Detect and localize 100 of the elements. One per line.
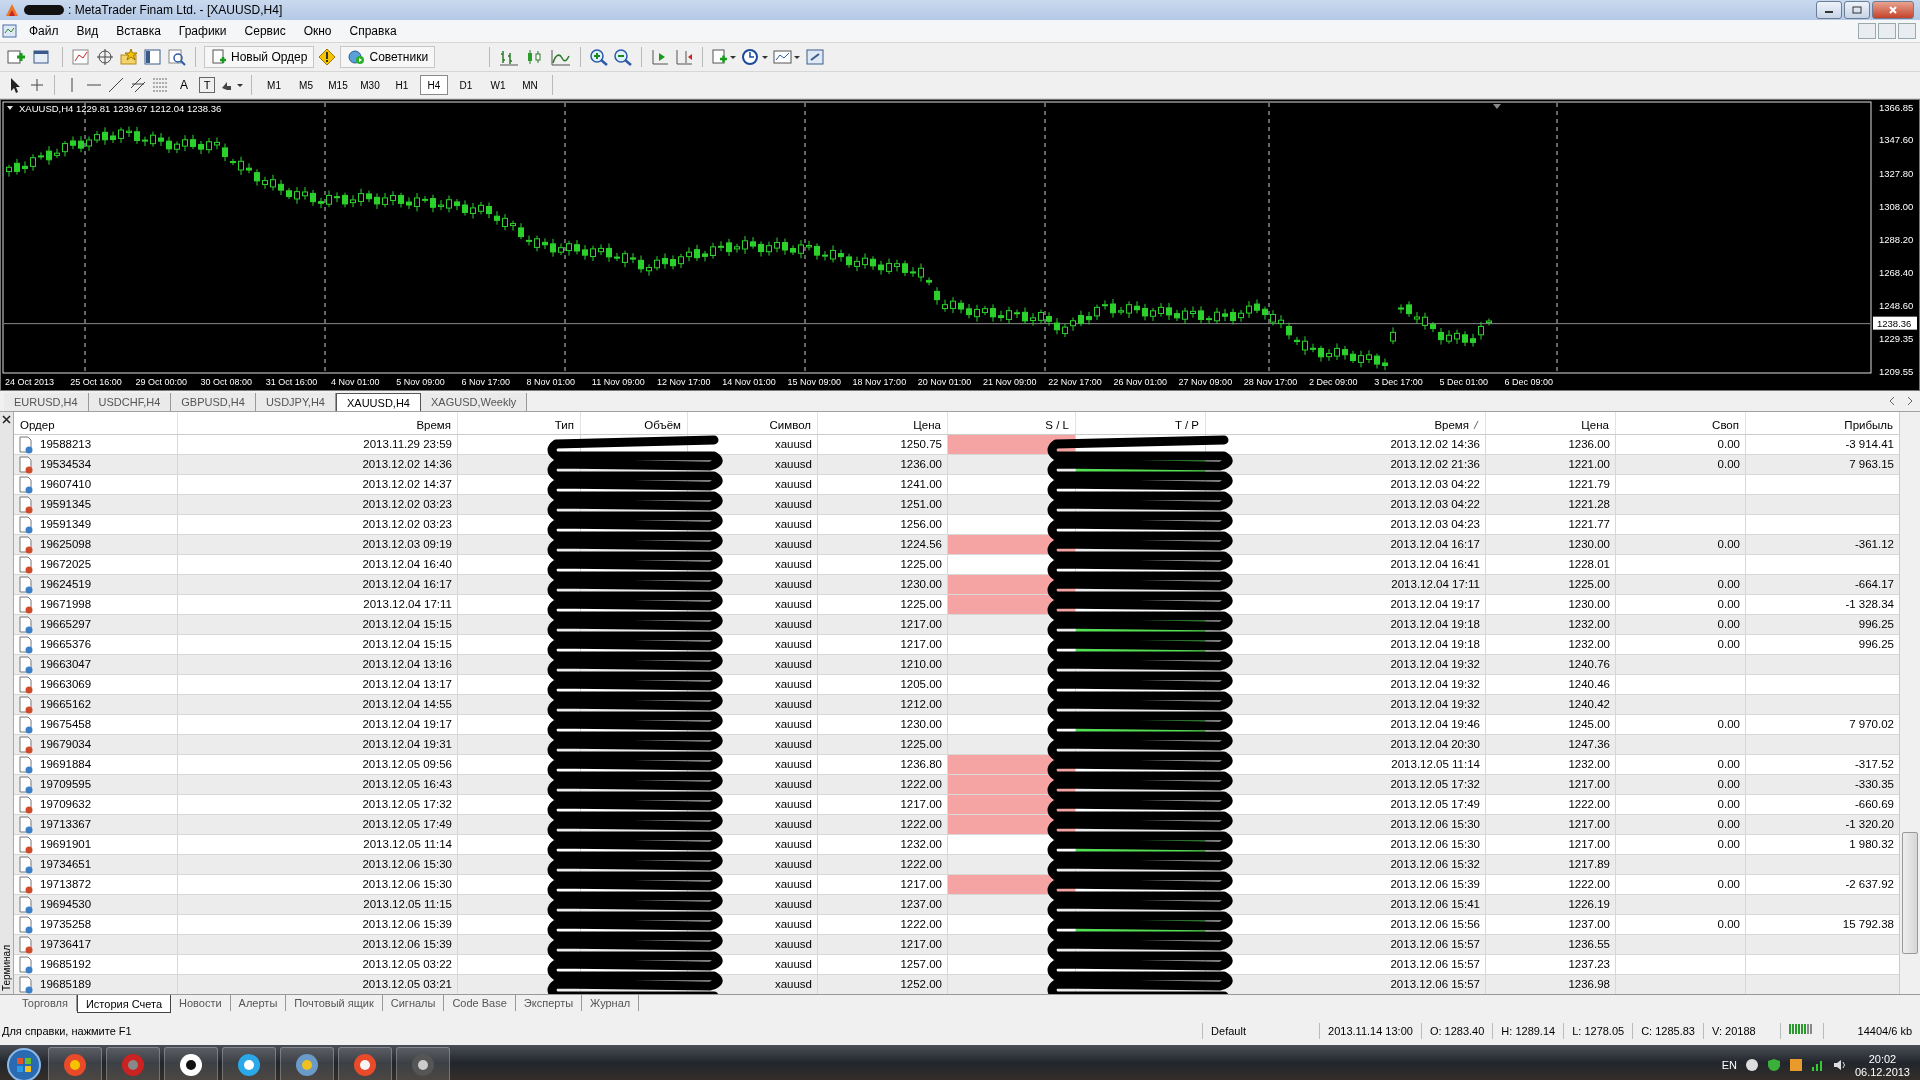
column-header[interactable]: Цена — [1581, 419, 1609, 431]
column-header[interactable]: Объём — [644, 419, 681, 431]
table-cell: 1232.00 — [1486, 755, 1616, 774]
menu-item[interactable]: Сервис — [235, 24, 295, 38]
status-high: H: 1289.14 — [1492, 1023, 1564, 1039]
chart-tab[interactable]: EURUSD,H4 — [4, 393, 89, 411]
timeframe-button[interactable]: D1 — [452, 75, 480, 95]
new-order-button[interactable]: Новый Ордер — [204, 46, 315, 68]
table-cell: 2013.12.05 17:49 — [178, 815, 458, 834]
table-cell: 2013.12.04 16:41 — [1206, 555, 1486, 574]
terminal-tab[interactable]: Code Base — [444, 995, 516, 1011]
column-header[interactable]: S / L — [1045, 419, 1069, 431]
table-cell: xauusd — [688, 775, 818, 794]
column-header[interactable]: Цена — [913, 419, 941, 431]
experts-button[interactable]: Советники — [340, 46, 436, 68]
table-cell: 1232.00 — [1486, 635, 1616, 654]
timeframe-button[interactable]: M5 — [292, 75, 320, 95]
column-header[interactable]: Прибыль — [1844, 419, 1893, 431]
column-header[interactable]: Символ — [769, 419, 811, 431]
chart-tab[interactable]: XAGUSD,Weekly — [420, 393, 528, 411]
column-header[interactable]: Время — [1434, 419, 1469, 431]
date-label: 6 Nov 17:00 — [461, 377, 510, 387]
text-tool[interactable]: A — [173, 75, 195, 95]
column-header[interactable]: Своп — [1712, 419, 1739, 431]
table-cell: 2013.12.06 15:30 — [178, 855, 458, 874]
terminal-tab[interactable]: Эксперты — [515, 995, 583, 1011]
table-cell: 1222.00 — [818, 915, 948, 934]
table-cell: 2013.12.04 16:40 — [178, 555, 458, 574]
table-cell: 1232.00 — [1486, 615, 1616, 634]
table-cell: xauusd — [688, 535, 818, 554]
table-cell: 1225.00 — [818, 735, 948, 754]
table-cell: xauusd — [688, 575, 818, 594]
column-header[interactable]: Ордер — [20, 419, 55, 431]
terminal-tab[interactable]: Почтовый ящик — [286, 995, 383, 1011]
table-cell: 2013.12.02 14:37 — [178, 475, 458, 494]
terminal-tab[interactable]: Торговля — [14, 995, 77, 1011]
menu-item[interactable]: Файл — [20, 24, 68, 38]
terminal-tab[interactable]: Журнал — [582, 995, 640, 1011]
timeframe-button[interactable]: W1 — [484, 75, 512, 95]
chart-tab[interactable]: GBPUSD,H4 — [171, 393, 256, 411]
table-cell: 1251.00 — [818, 495, 948, 514]
timeframe-button[interactable]: H4 — [420, 75, 448, 95]
date-label: 6 Dec 09:00 — [1504, 377, 1554, 387]
table-cell: 2013.12.05 17:49 — [1206, 795, 1486, 814]
chart-tab[interactable]: USDCHF,H4 — [88, 393, 172, 411]
table-cell-text: 19734651 — [40, 857, 92, 872]
date-label: 29 Oct 00:00 — [135, 377, 187, 387]
table-cell: 1225.00 — [818, 555, 948, 574]
column-header[interactable]: Тип — [554, 419, 574, 431]
table-cell: xauusd — [688, 915, 818, 934]
timeframe-button[interactable]: M1 — [260, 75, 288, 95]
table-cell-text: 19663047 — [40, 657, 92, 672]
menu-item[interactable]: Справка — [340, 24, 406, 38]
date-label: 5 Nov 09:00 — [396, 377, 445, 387]
table-cell: 2013.12.04 16:17 — [1206, 535, 1486, 554]
status-time: 2013.11.14 13:00 — [1319, 1023, 1421, 1039]
table-cell-text: 19713872 — [40, 877, 92, 892]
menu-item[interactable]: Вид — [67, 24, 108, 38]
label-tool[interactable]: T — [199, 77, 215, 93]
clock-date[interactable]: 06.12.2013 — [1854, 1065, 1910, 1078]
table-cell: 0.00 — [1616, 535, 1746, 554]
language-indicator[interactable]: EN — [1721, 1059, 1737, 1071]
table-cell: 1230.00 — [1486, 535, 1616, 554]
date-label: 28 Nov 17:00 — [1243, 377, 1298, 387]
table-cell: 0.00 — [1616, 795, 1746, 814]
table-cell: xauusd — [688, 835, 818, 854]
table-cell: xauusd — [688, 755, 818, 774]
table-cell: 1236.00 — [1486, 435, 1616, 454]
table-cell: 2013.12.04 15:15 — [178, 635, 458, 654]
table-cell: xauusd — [688, 795, 818, 814]
table-cell: 1240.46 — [1486, 675, 1616, 694]
terminal-tab[interactable]: Сигналы — [382, 995, 445, 1011]
menu-item[interactable]: Вставка — [107, 24, 170, 38]
menu-item[interactable]: Графики — [169, 24, 236, 38]
date-label: 26 Nov 01:00 — [1113, 377, 1167, 387]
price-label: 1209.55 — [1879, 366, 1914, 377]
table-cell: 0.00 — [1616, 915, 1746, 934]
table-cell: 2013.12.06 15:39 — [178, 935, 458, 954]
price-label: 1347.60 — [1879, 134, 1914, 146]
timeframe-button[interactable]: H1 — [388, 75, 416, 95]
chart-tab[interactable]: XAUUSD,H4 — [336, 393, 421, 411]
terminal-tab[interactable]: Алерты — [230, 995, 287, 1011]
timeframe-button[interactable]: MN — [516, 75, 544, 95]
timeframe-button[interactable]: M30 — [356, 75, 384, 95]
table-cell: 1205.00 — [818, 675, 948, 694]
terminal-tab[interactable]: Новости — [171, 995, 231, 1011]
clock-time[interactable]: 20:02 — [1868, 1052, 1897, 1065]
date-label: 15 Nov 09:00 — [787, 377, 841, 387]
table-cell: 1237.00 — [1486, 915, 1616, 934]
chart-tab[interactable]: USDJPY,H4 — [255, 393, 336, 411]
table-cell: xauusd — [688, 695, 818, 714]
column-header[interactable]: Время — [416, 419, 451, 431]
menu-item[interactable]: Окно — [294, 24, 341, 38]
column-header[interactable]: T / P — [1174, 419, 1199, 431]
terminal-tab[interactable]: История Счета — [76, 995, 171, 1013]
table-cell-text: 19665162 — [40, 697, 92, 712]
timeframe-button[interactable]: M15 — [324, 75, 352, 95]
table-cell-text: 19588213 — [40, 437, 92, 452]
status-close: C: 1285.83 — [1632, 1023, 1703, 1039]
date-label: 5 Dec 01:00 — [1439, 377, 1488, 387]
